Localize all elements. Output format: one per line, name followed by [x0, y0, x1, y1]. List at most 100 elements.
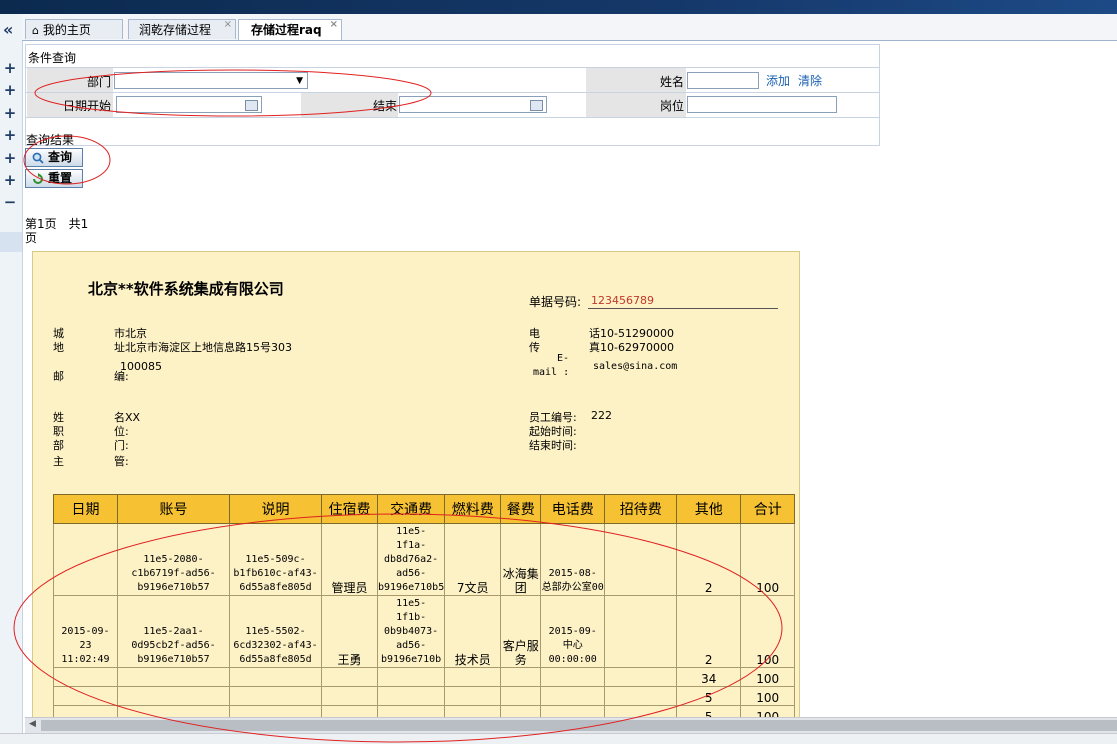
collapse-minus-icon[interactable]: −	[0, 194, 20, 210]
column-header: 电话费	[540, 494, 606, 524]
status-bar	[0, 733, 1117, 744]
dropdown-arrow-icon[interactable]: ▼	[296, 73, 303, 89]
report-sheet: 北京**软件系统集成有限公司 单据号码: 123456789 城 地 市北京 址…	[32, 251, 800, 721]
collapse-icon[interactable]: «	[3, 22, 13, 38]
tab-bar: ⌂ 我的主页 润乾存储过程 × 存储过程raq ×	[22, 14, 1117, 41]
table-cell-meal	[500, 667, 542, 687]
column-header: 交通费	[376, 494, 446, 524]
table-cell-meal: 客户服务	[500, 595, 542, 668]
clear-link[interactable]: 清除	[798, 72, 822, 89]
expand-icon[interactable]: +	[0, 127, 20, 143]
column-header: 招待费	[604, 494, 678, 524]
table-cell-transport: 11e5- 1f1b- 0b9b4073- ad56- b9196e710b	[376, 595, 446, 668]
calendar-icon[interactable]	[530, 100, 543, 111]
calendar-icon[interactable]	[245, 100, 258, 111]
column-header: 说明	[229, 494, 322, 524]
email-label-suffix: mail :	[533, 367, 570, 378]
manager-value: 管:	[114, 455, 129, 468]
dept-label: 部门	[87, 75, 112, 89]
table-cell-fuel: 7文员	[444, 523, 502, 596]
table-cell-total: 100	[740, 667, 796, 687]
table-cell-desc: 11e5-509c-b1fb610c-af43- 6d55a8fe805d	[229, 523, 322, 596]
close-icon[interactable]: ×	[224, 15, 232, 35]
top-banner	[0, 0, 1117, 14]
expand-icon[interactable]: +	[0, 105, 20, 121]
tab-label: 存储过程raq	[251, 23, 322, 37]
bill-no-label: 单据号码:	[529, 295, 582, 309]
column-header: 燃料费	[444, 494, 502, 524]
close-icon[interactable]: ×	[330, 15, 338, 35]
table-cell-meal	[500, 686, 542, 706]
end-time-label: 结束时间:	[529, 439, 577, 452]
table-cell-other: 2	[676, 523, 742, 596]
scroll-left-icon[interactable]: ◀	[29, 719, 36, 729]
end-label: 结束	[373, 99, 398, 113]
table-cell-treat	[604, 523, 678, 596]
result-label: 查询结果	[26, 133, 75, 147]
search-icon	[32, 152, 44, 164]
table-cell-other: 34	[676, 667, 742, 687]
email-label: E-	[557, 353, 570, 364]
date-start-label: 日期开始	[63, 99, 112, 113]
table-cell-desc: 11e5-5502- 6cd32302-af43- 6d55a8fe805d	[229, 595, 322, 668]
table-cell-acct	[117, 667, 230, 687]
scroll-thumb[interactable]	[41, 720, 1117, 731]
search-button[interactable]: 查询	[25, 148, 83, 167]
end-date-input[interactable]	[399, 96, 547, 113]
column-header: 住宿费	[321, 494, 378, 524]
column-header: 日期	[53, 494, 118, 524]
fax-label: 传	[529, 341, 540, 354]
employee-no-value: 222	[591, 409, 612, 422]
column-header: 账号	[117, 494, 230, 524]
bill-no-value: 123456789	[591, 294, 654, 307]
table-row: 5 100	[53, 686, 796, 706]
table-cell-date: 2015-09- 23 11:02:49	[53, 595, 118, 668]
table-cell-desc	[229, 667, 322, 687]
horizontal-scrollbar[interactable]: ◀	[25, 717, 1117, 733]
table-row: 2015-09- 23 11:02:49 11e5-2aa1- 0d95cb2f-ad…	[53, 595, 796, 668]
table-cell-transport	[376, 686, 446, 706]
name-input[interactable]	[687, 72, 759, 89]
sidebar-selected-row[interactable]	[0, 232, 22, 252]
company-title: 北京**软件系统集成有限公司	[88, 280, 284, 298]
column-header: 餐费	[500, 494, 542, 524]
expand-icon[interactable]: +	[0, 82, 20, 98]
page-indicator: 第1页 共1 页	[25, 217, 89, 245]
table-cell-treat	[604, 686, 678, 706]
tab-runqian-procedure[interactable]: 润乾存储过程 ×	[128, 19, 236, 39]
reset-icon	[33, 173, 43, 184]
table-cell-phone	[540, 686, 606, 706]
dept-value: 门:	[114, 439, 129, 452]
table-cell-lodging: 王勇	[321, 595, 378, 668]
left-toolbar: « + + + + + + −	[0, 14, 23, 743]
table-row: 34 100	[53, 667, 796, 687]
column-header: 合计	[740, 494, 796, 524]
position-input[interactable]	[687, 96, 837, 113]
tab-procedure-raq[interactable]: 存储过程raq ×	[238, 19, 342, 40]
table-cell-phone	[540, 667, 606, 687]
dept-label: 部	[53, 439, 64, 452]
table-cell-total: 100	[740, 595, 796, 668]
table-cell-total: 100	[740, 523, 796, 596]
tab-label: 我的主页	[42, 23, 91, 37]
table-cell-acct	[117, 686, 230, 706]
expense-table: 日期 账号 说明 住宿费 交通费 燃料费 餐费 电话费 招待费 其他 合计 11e5-2080- c1…	[53, 494, 796, 720]
table-cell-other: 5	[676, 686, 742, 706]
add-link[interactable]: 添加	[766, 72, 790, 89]
expand-icon[interactable]: +	[0, 172, 20, 188]
dept-select[interactable]: ▼	[114, 72, 308, 89]
table-cell-other: 2	[676, 595, 742, 668]
tab-home[interactable]: ⌂ 我的主页	[25, 19, 123, 39]
table-cell-lodging	[321, 667, 378, 687]
manager-label: 主	[53, 455, 64, 468]
query-panel: 条件查询 部门 ▼ 姓名 添加 清除 日期开始 结束 岗位	[25, 44, 880, 146]
home-icon: ⌂	[32, 24, 39, 37]
email-value: sales@sina.com	[593, 361, 678, 372]
date-start-input[interactable]	[116, 96, 262, 113]
address-label: 地	[53, 341, 64, 354]
expand-icon[interactable]: +	[0, 60, 20, 76]
reset-button[interactable]: 重置	[25, 169, 83, 188]
column-header: 其他	[676, 494, 742, 524]
table-cell-treat	[604, 595, 678, 668]
expand-icon[interactable]: +	[0, 150, 20, 166]
